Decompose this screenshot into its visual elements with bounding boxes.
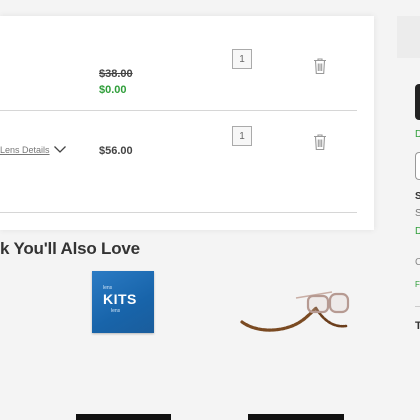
lens-details-link[interactable]: Lens Details <box>0 145 50 155</box>
item-2-price: $56.00 <box>99 145 133 157</box>
item-1-quantity-field[interactable]: 1 <box>232 49 252 69</box>
sidebar-letter: D <box>415 129 420 140</box>
item-2-quantity-field[interactable]: 1 <box>232 126 252 146</box>
summary-divider <box>415 306 420 307</box>
item-2-quantity-value: 1 <box>239 130 245 142</box>
sidebar-letter: F <box>415 280 420 289</box>
glasses-chain-product-image[interactable] <box>236 290 352 334</box>
cart-items-panel: $38.00 $0.00 1 Lens Details $56.00 1 <box>0 16 374 230</box>
add-to-cart-button[interactable] <box>76 414 171 420</box>
item-1-sale-price: $0.00 <box>99 84 127 96</box>
sidebar-letter: S <box>415 208 420 219</box>
sidebar-letter: D <box>415 226 420 237</box>
row-divider <box>0 212 357 213</box>
sidebar-letter: T <box>415 320 420 332</box>
promo-code-input[interactable] <box>415 152 420 180</box>
summary-header <box>397 16 420 58</box>
kit-label-main: KITS <box>103 291 137 307</box>
trash-icon[interactable] <box>312 133 328 151</box>
kit-label-bottom: lens <box>111 308 121 314</box>
sidebar-letter: S <box>415 191 420 202</box>
recommendations-heading: k You'll Also Love <box>0 239 140 258</box>
add-to-cart-button[interactable] <box>248 414 344 420</box>
item-1-original-price: $38.00 <box>99 68 133 80</box>
trash-icon[interactable] <box>312 57 328 75</box>
checkout-button[interactable] <box>415 84 420 120</box>
row-divider <box>0 110 357 111</box>
sidebar-letter: C <box>415 257 420 268</box>
chevron-down-icon[interactable] <box>53 144 67 154</box>
item-1-quantity-value: 1 <box>239 53 245 65</box>
lens-kit-product-image[interactable]: lens KITS lens <box>92 271 154 333</box>
